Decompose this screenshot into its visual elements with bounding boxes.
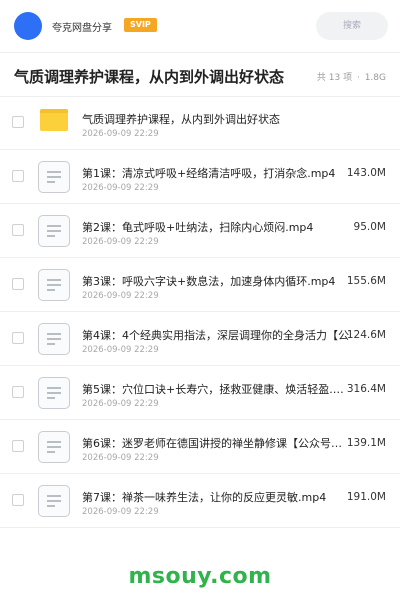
- document-icon: [38, 485, 70, 517]
- item-size: 155.6M: [346, 275, 386, 287]
- item-name: 第5课：穴位口诀+长寿穴，拯救亚健康、焕活轻盈.m…: [82, 383, 352, 396]
- file-list: 气质调理养护课程，从内到外调出好状态 2026-09-09 22:29 第1课：…: [0, 96, 400, 528]
- select-checkbox[interactable]: [12, 278, 24, 290]
- select-checkbox[interactable]: [12, 224, 24, 236]
- list-item[interactable]: 第7课：禅茶一味养生法，让你的反应更灵敏.mp4 2026-09-09 22:2…: [0, 474, 400, 528]
- page-title: 气质调理养护课程，从内到外调出好状态: [14, 68, 285, 86]
- item-date: 2026-09-09 22:29: [82, 129, 159, 139]
- select-checkbox[interactable]: [12, 440, 24, 452]
- item-date: 2026-09-09 22:29: [82, 237, 159, 247]
- folder-body: [40, 113, 68, 131]
- item-name: 第7课：禅茶一味养生法，让你的反应更灵敏.mp4: [82, 491, 327, 504]
- item-date: 2026-09-09 22:29: [82, 399, 159, 409]
- item-size: 191.0M: [346, 491, 386, 503]
- item-name: 第2课：龟式呼吸+吐纳法，扫除内心烦闷.mp4: [82, 221, 314, 234]
- watermark: msouy.com: [128, 564, 272, 589]
- list-item[interactable]: 气质调理养护课程，从内到外调出好状态 2026-09-09 22:29: [0, 96, 400, 150]
- select-checkbox[interactable]: [12, 170, 24, 182]
- item-name: 第3课：呼吸六字诀+数息法，加速身体内循环.mp4: [82, 275, 336, 288]
- document-icon: [38, 161, 70, 193]
- list-item[interactable]: 第6课：迷罗老师在德国讲授的禅坐静修课【公众号：秘 2026-09-09 22:…: [0, 420, 400, 474]
- meta-separator: ·: [356, 73, 360, 83]
- item-name: 第1课：清凉式呼吸+经络清洁呼吸，打消杂念.mp4: [82, 167, 336, 180]
- item-size: 95.0M: [353, 221, 386, 233]
- item-name: 第4课：4个经典实用指法，深层调理你的全身活力【公: [82, 329, 349, 342]
- select-checkbox[interactable]: [12, 332, 24, 344]
- select-checkbox[interactable]: [12, 386, 24, 398]
- list-item[interactable]: 第2课：龟式呼吸+吐纳法，扫除内心烦闷.mp4 2026-09-09 22:29…: [0, 204, 400, 258]
- avatar[interactable]: [14, 12, 42, 40]
- share-meta: 共 13 项 · 1.8G: [317, 70, 386, 83]
- app-title: 夸克网盘分享: [52, 23, 112, 34]
- item-date: 2026-09-09 22:29: [82, 507, 159, 517]
- item-count: 共 13 项: [316, 73, 353, 83]
- item-date: 2026-09-09 22:29: [82, 183, 159, 193]
- document-icon: [38, 377, 70, 409]
- select-checkbox[interactable]: [12, 494, 24, 506]
- folder-icon: [40, 109, 68, 131]
- list-item[interactable]: 第4课：4个经典实用指法，深层调理你的全身活力【公 2026-09-09 22:…: [0, 312, 400, 366]
- total-size: 1.8G: [364, 73, 386, 83]
- svip-badge: SVIP: [124, 18, 157, 32]
- document-icon: [38, 323, 70, 355]
- header-divider: [0, 52, 400, 53]
- document-icon: [38, 215, 70, 247]
- item-size: 143.0M: [346, 167, 386, 179]
- document-icon: [38, 269, 70, 301]
- document-icon: [38, 431, 70, 463]
- item-name: 第6课：迷罗老师在德国讲授的禅坐静修课【公众号：秘: [82, 437, 352, 450]
- list-item[interactable]: 第5课：穴位口诀+长寿穴，拯救亚健康、焕活轻盈.m… 2026-09-09 22…: [0, 366, 400, 420]
- item-size: 316.4M: [346, 383, 386, 395]
- item-size: 124.6M: [346, 329, 386, 341]
- item-name: 气质调理养护课程，从内到外调出好状态: [82, 113, 280, 126]
- item-date: 2026-09-09 22:29: [82, 453, 159, 463]
- select-checkbox[interactable]: [12, 116, 24, 128]
- item-size: 139.1M: [346, 437, 386, 449]
- item-date: 2026-09-09 22:29: [82, 345, 159, 355]
- app-header: 夸克网盘分享 SVIP: [0, 0, 400, 52]
- list-item[interactable]: 第3课：呼吸六字诀+数息法，加速身体内循环.mp4 2026-09-09 22:…: [0, 258, 400, 312]
- list-item[interactable]: 第1课：清凉式呼吸+经络清洁呼吸，打消杂念.mp4 2026-09-09 22:…: [0, 150, 400, 204]
- search-input[interactable]: [316, 12, 388, 40]
- item-date: 2026-09-09 22:29: [82, 291, 159, 301]
